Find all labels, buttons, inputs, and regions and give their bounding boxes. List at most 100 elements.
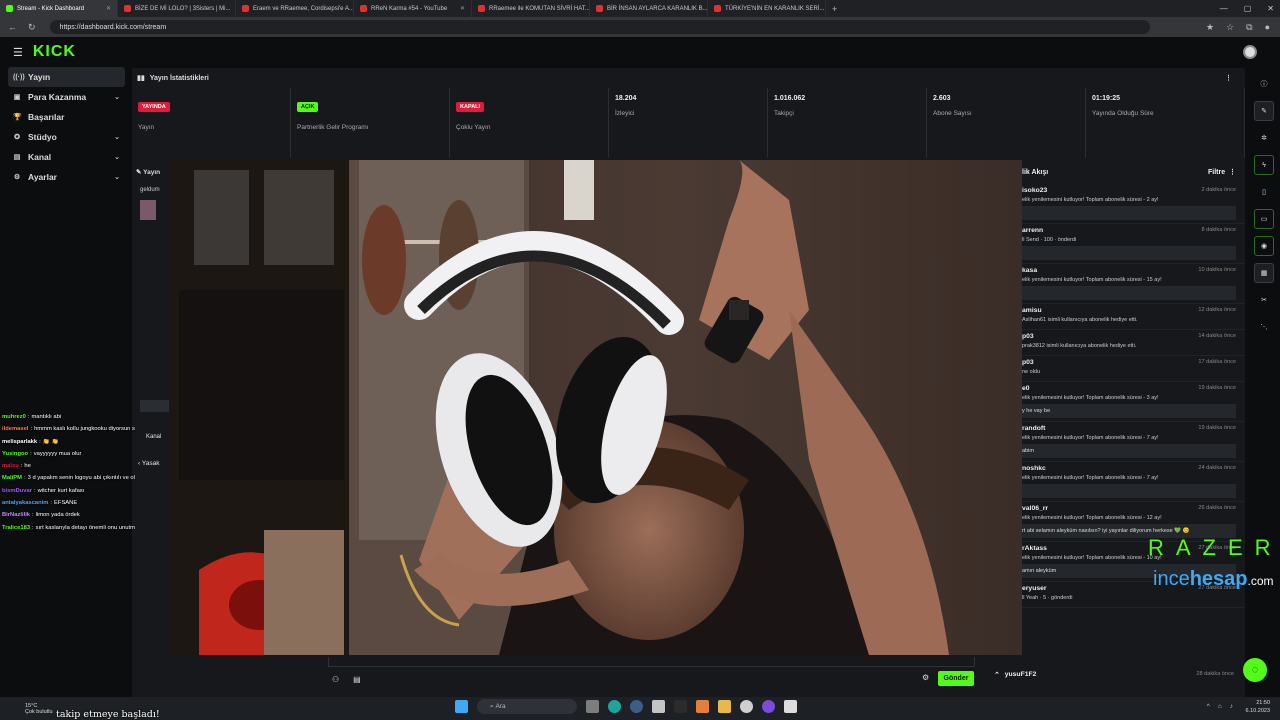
pen-icon[interactable]: ✎ [1254, 101, 1274, 121]
extensions-icon[interactable]: ⧉ [1246, 22, 1252, 33]
event-user[interactable]: val06_rr [1022, 505, 1048, 512]
minimize-button[interactable]: — [1220, 4, 1228, 13]
clipboard-icon[interactable]: ▯ [1254, 182, 1274, 202]
sidebar-item[interactable]: 🏆 Başarılar [8, 107, 125, 127]
weather-widget[interactable]: 15°C Çok bulutlu [0, 703, 53, 715]
chat-username[interactable]: malsu [2, 463, 19, 475]
purple-app-icon[interactable] [762, 700, 775, 713]
activity-event: amisu 12 dakika önce Aslihan61 isimli kul… [1022, 304, 1245, 330]
filter-button[interactable]: Filtre ⋮ [1208, 168, 1236, 176]
edge-icon[interactable] [608, 700, 621, 713]
chevron-up-icon[interactable]: ^ [1207, 703, 1210, 710]
chat-icon[interactable]: ▭ [1254, 209, 1274, 229]
browser-tab[interactable]: BİZE DE Mİ LOLO? | 3Sisters | Mi...✕ [118, 0, 236, 17]
office-icon[interactable] [696, 700, 709, 713]
sidebar-item[interactable]: ▣ Para Kazanma ⌄ [8, 87, 125, 107]
event-time: 8 dakika önce [1201, 227, 1236, 233]
calendar-icon[interactable]: ▤ [353, 675, 361, 684]
edit-icon[interactable]: ✎ [136, 169, 141, 176]
steam-icon[interactable] [630, 700, 643, 713]
chat-username[interactable]: MaliPM [2, 475, 22, 487]
lightning-icon[interactable]: ϟ [1254, 155, 1274, 175]
star-icon[interactable]: ★ [1206, 22, 1214, 33]
event-user[interactable]: eryuser [1022, 585, 1047, 592]
chat-username[interactable]: BirNazlilik [2, 512, 30, 524]
network-icon[interactable]: ⌂ [1218, 703, 1222, 710]
close-window-button[interactable]: ✕ [1267, 4, 1274, 13]
stream-stats-panel: ▮▮ Yayın İstatistikleri ⋮ YAYINDA Yayın AÇ… [132, 68, 1245, 160]
chat-username[interactable]: melisparlakk [2, 439, 37, 451]
event-user[interactable]: amisu [1022, 307, 1042, 314]
taskbar-search[interactable]: ⌕ Ara [477, 699, 577, 714]
chevron-down-icon: ⌄ [114, 134, 120, 141]
mail-icon[interactable] [652, 700, 665, 713]
share-icon[interactable]: ⋱ [1254, 317, 1274, 337]
event-user[interactable]: arrenn [1022, 227, 1043, 234]
browser-tab[interactable]: Eraem ve RRaemee, Cordisepsi'e A...✕ [236, 0, 354, 17]
event-user[interactable]: isoko23 [1022, 187, 1047, 194]
chat-input-bar: ⚇ ▤ ⚙ Gönder ⌃ yusuF1F2 28 dakika önce [132, 655, 1245, 697]
event-user[interactable]: p03 [1022, 359, 1034, 366]
broadcast-rail-icon[interactable]: ◉ [1254, 236, 1274, 256]
sidebar-item[interactable]: ▤ Kanal ⌄ [8, 147, 125, 167]
chat-username[interactable]: Yusingoo [2, 451, 28, 463]
more-options-icon[interactable]: ⋮ [1225, 74, 1232, 82]
event-user[interactable]: p03 [1022, 333, 1034, 340]
folder-icon[interactable] [718, 700, 731, 713]
browser-tab[interactable]: TÜRKİYE'NİN EN KARANLIK SERİ...✕ [708, 0, 826, 17]
panel-button[interactable] [140, 400, 170, 412]
obs-icon[interactable] [740, 700, 753, 713]
browser-tab[interactable]: Stream - Kick Dashboard ✕ [0, 0, 118, 17]
maximize-button[interactable]: ▢ [1244, 4, 1252, 13]
chat-message: melisparlakk: 👏 👏 [2, 439, 172, 451]
back-icon[interactable]: ← [8, 22, 17, 33]
chat-username[interactable]: muhrez0 [2, 414, 26, 426]
url-field[interactable]: https://dashboard.kick.com/stream [49, 20, 1150, 34]
reload-icon[interactable]: ↻ [28, 22, 36, 33]
new-tab-button[interactable]: + [826, 4, 837, 14]
sidebar-item[interactable]: ((·)) Yayın [8, 67, 125, 87]
task-view-icon[interactable] [586, 700, 599, 713]
layout-icon[interactable]: ▦ [1254, 263, 1274, 283]
support-chat-button[interactable]: ◌ [1243, 658, 1267, 682]
event-user[interactable]: noshkc [1022, 465, 1046, 472]
chat-username[interactable]: bismDuvar [2, 488, 32, 500]
event-user[interactable]: kasa [1022, 267, 1037, 274]
profile-icon[interactable]: ● [1265, 22, 1270, 33]
chat-username[interactable]: antalyakascanim [2, 500, 48, 512]
event-user[interactable]: rAktass [1022, 545, 1047, 552]
sidebar-item[interactable]: ⚙ Ayarlar ⌄ [8, 167, 125, 187]
chat-username[interactable]: ildemasel [2, 426, 28, 438]
info-icon[interactable]: ⓘ [1254, 74, 1274, 94]
user-avatar[interactable] [1243, 45, 1257, 59]
menu-icon[interactable]: ☰ [13, 46, 23, 59]
clock[interactable]: 21:50 6.10.2023 [1246, 699, 1270, 715]
chat-input[interactable] [328, 657, 975, 667]
send-button[interactable]: Gönder [938, 671, 974, 686]
bug-icon[interactable]: ✲ [1254, 128, 1274, 148]
close-tab-icon[interactable]: ✕ [106, 5, 111, 12]
youtube-favicon [478, 5, 485, 12]
emote-icon[interactable]: ⚇ [332, 675, 339, 684]
browser-tab[interactable]: RReN Karma #54 - YouTube ✕ [354, 0, 472, 17]
category-thumbnail[interactable] [140, 200, 156, 220]
wrench-icon[interactable]: ✂ [1254, 290, 1274, 310]
sidebar-item[interactable]: ✪ Stüdyo ⌄ [8, 127, 125, 147]
browser-tab[interactable]: RRaemee ile KOMUTAN SİVRİ HAT...✕ [472, 0, 590, 17]
chat-username[interactable]: Tralice183 [2, 525, 30, 537]
kick-logo[interactable]: KICK [33, 43, 76, 61]
windows-start-icon[interactable] [455, 700, 468, 713]
event-user[interactable]: randoft [1022, 425, 1045, 432]
youtube-favicon [714, 5, 721, 12]
event-user[interactable]: e0 [1022, 385, 1030, 392]
chevron-down-icon: ⌄ [114, 154, 120, 161]
chat-text: 3 d yapalım senin logoyu abi çıkıntılı v… [27, 475, 135, 482]
favorites-icon[interactable]: ☆ [1226, 22, 1234, 33]
chat-settings-icon[interactable]: ⚙ [922, 673, 929, 682]
collapse-icon[interactable]: ⌃ [994, 671, 1000, 679]
misc-app-icon[interactable] [784, 700, 797, 713]
browser-tab[interactable]: BİR İNSAN AYLARCA KARANLIK B...✕ [590, 0, 708, 17]
volume-icon[interactable]: ♪ [1230, 703, 1233, 710]
close-tab-icon[interactable]: ✕ [460, 5, 465, 12]
app-icon[interactable] [674, 700, 687, 713]
